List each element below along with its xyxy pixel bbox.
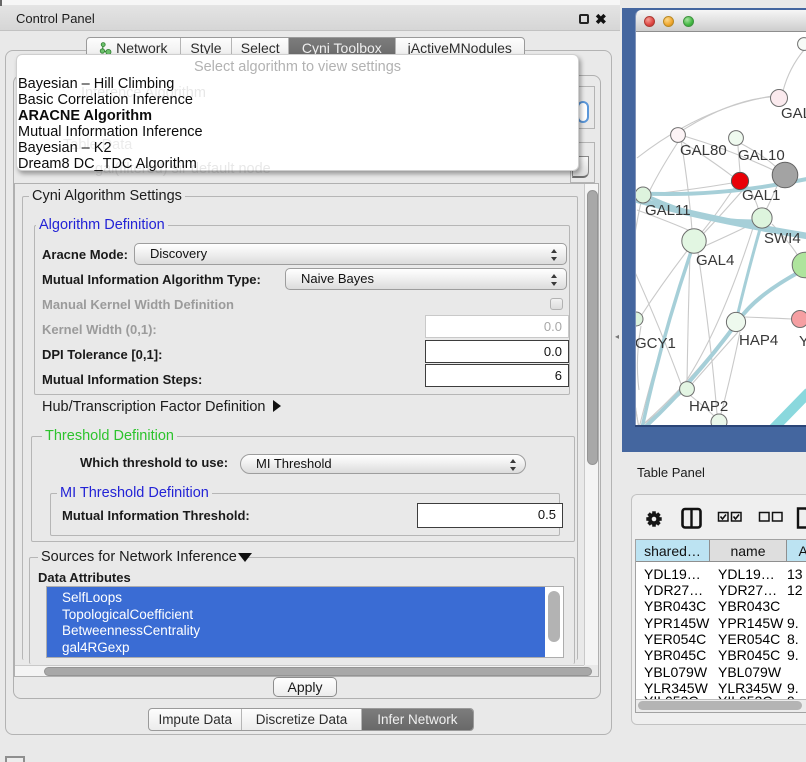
svg-text:HAP4: HAP4	[739, 332, 778, 349]
svg-text:GAL11: GAL11	[645, 202, 691, 219]
svg-text:GAL10: GAL10	[738, 147, 785, 164]
svg-text:GAL7: GAL7	[781, 105, 806, 122]
svg-text:GAL1: GAL1	[742, 187, 780, 204]
svg-text:HAP2: HAP2	[689, 398, 728, 415]
svg-text:YJ: YJ	[799, 333, 806, 350]
svg-text:SWI4: SWI4	[764, 230, 801, 247]
svg-text:GAL4: GAL4	[696, 252, 734, 269]
svg-text:GAL80: GAL80	[680, 142, 727, 159]
svg-text:GCY1: GCY1	[636, 335, 676, 352]
